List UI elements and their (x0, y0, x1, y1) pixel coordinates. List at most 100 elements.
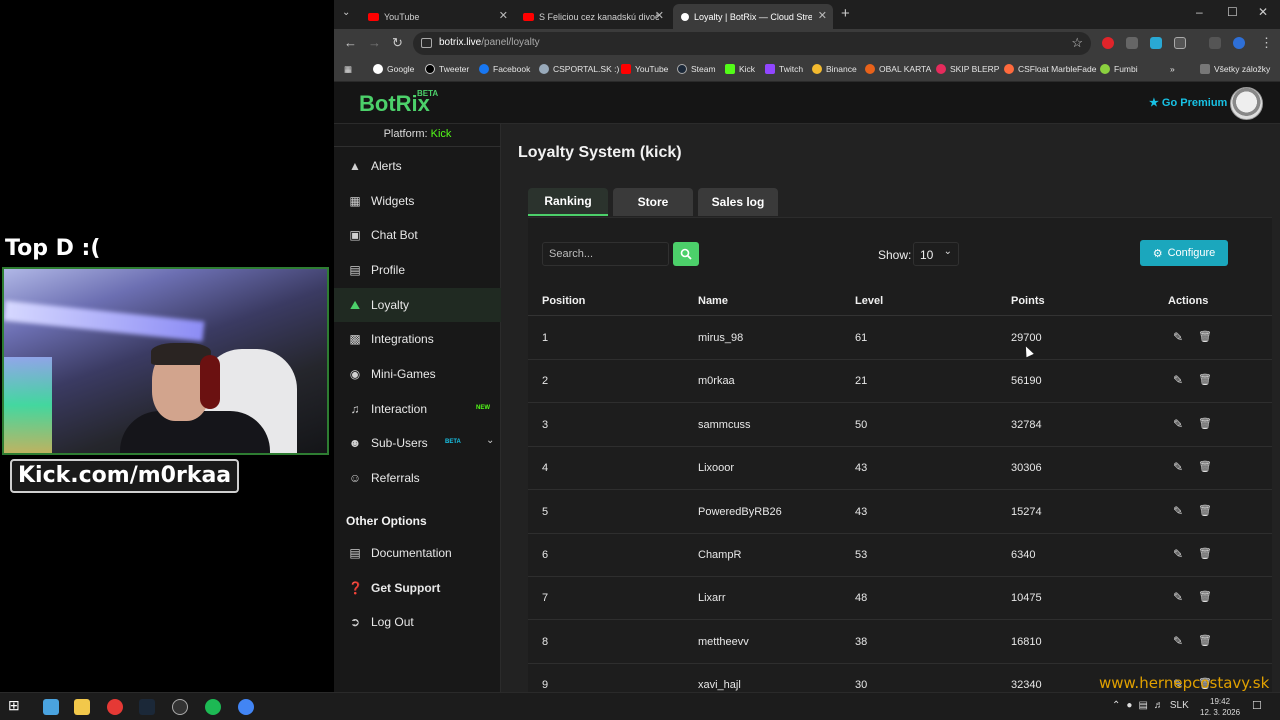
address-bar[interactable]: botrix.live/panel/loyalty ☆ (413, 32, 1091, 55)
edit-icon[interactable]: ✎ (1173, 504, 1183, 518)
bookmark-binance[interactable]: Binance (812, 64, 857, 74)
bookmark-csfloat[interactable]: CSFloat MarbleFade (1004, 64, 1096, 74)
window-close-icon[interactable]: ✕ (1258, 5, 1268, 19)
extension-tools-icon[interactable] (1150, 37, 1162, 49)
reading-list-icon[interactable] (1209, 37, 1221, 49)
site-info-icon[interactable] (421, 38, 432, 48)
extension-bolt-icon[interactable] (1126, 37, 1138, 49)
sidebar-item-documentation[interactable]: ▤ Documentation (334, 536, 501, 570)
edit-icon[interactable]: ✎ (1173, 460, 1183, 474)
network-icon[interactable]: ▤ (1138, 700, 1147, 711)
webcam-feed (2, 267, 329, 455)
language-indicator[interactable]: SLK (1170, 700, 1189, 711)
windows-start-icon[interactable]: ⊞ (8, 697, 24, 713)
obs-icon[interactable] (172, 699, 188, 715)
close-icon[interactable]: ✕ (655, 9, 664, 22)
sidebar-item-log-out[interactable]: ➲ Log Out (334, 605, 501, 639)
edit-icon[interactable]: ✎ (1173, 373, 1183, 387)
chevron-up-icon[interactable]: ⌃ (1112, 700, 1120, 711)
search-button[interactable] (673, 242, 699, 266)
edit-icon[interactable]: ✎ (1173, 417, 1183, 431)
more-bookmarks-icon[interactable]: » (1170, 64, 1175, 74)
sidebar-item-get-support[interactable]: ❓ Get Support (334, 571, 501, 605)
botrix-logo[interactable]: BotRix BETA (359, 89, 438, 117)
apps-grid-icon[interactable]: ▦ (344, 64, 352, 75)
delete-icon[interactable]: 🗑 (1198, 547, 1212, 560)
folder-icon[interactable] (74, 699, 90, 715)
tab-youtube-video[interactable]: S Feliciou cez kanadskú divočin ✕ (515, 4, 670, 29)
sidebar-item-mini-games[interactable]: ◉ Mini-Games (334, 357, 501, 391)
bookmark-tweeter[interactable]: Tweeter (425, 64, 469, 74)
sidebar-item-loyalty[interactable]: ⛰ Loyalty (334, 288, 501, 322)
spotify-icon[interactable] (205, 699, 221, 715)
minimize-icon[interactable]: – (1196, 5, 1203, 19)
page-size-select[interactable]: 10 ⌄ (913, 242, 959, 266)
search-input[interactable] (542, 242, 669, 266)
edit-icon[interactable]: ✎ (1173, 547, 1183, 561)
profile-icon[interactable] (1233, 37, 1245, 49)
users-icon: ☻ (348, 436, 362, 450)
table-header: Position Name Level Points Actions (528, 286, 1272, 316)
delete-icon[interactable]: 🗑 (1198, 373, 1212, 386)
bookmark-star-icon[interactable]: ☆ (1071, 35, 1083, 51)
extension-red-icon[interactable] (1102, 37, 1114, 49)
reload-icon[interactable]: ↻ (392, 35, 403, 51)
sidebar-item-alerts[interactable]: ▲ Alerts (334, 149, 501, 183)
sidebar-item-profile[interactable]: ▤ Profile (334, 253, 501, 287)
delete-icon[interactable]: 🗑 (1198, 330, 1212, 343)
delete-icon[interactable]: 🗑 (1198, 590, 1212, 603)
delete-icon[interactable]: 🗑 (1198, 460, 1212, 473)
bookmark-facebook[interactable]: Facebook (479, 64, 530, 74)
delete-icon[interactable]: 🗑 (1198, 417, 1212, 430)
tab-botrix[interactable]: Loyalty | BotRix — Cloud Strea ✕ (673, 4, 833, 29)
edit-icon[interactable]: ✎ (1173, 590, 1183, 604)
microphone-icon[interactable]: ● (1126, 700, 1132, 711)
tab-search-icon[interactable]: ⌄ (342, 7, 350, 18)
search-icon (680, 248, 692, 260)
all-bookmarks[interactable]: Všetky záložky (1200, 64, 1270, 74)
sidebar-item-interaction[interactable]: ♫ Interaction NEW (334, 392, 501, 426)
sidebar-item-sub-users[interactable]: ☻ Sub-Users BETA ⌄ (334, 426, 501, 460)
more-menu-icon[interactable]: ⋮ (1260, 35, 1273, 51)
back-icon[interactable]: ← (344, 35, 357, 50)
sidebar-item-widgets[interactable]: ▦ Widgets (334, 184, 501, 218)
avatar[interactable] (1230, 87, 1263, 120)
sidebar-item-referrals[interactable]: ☺ Referrals (334, 461, 501, 495)
tab-ranking[interactable]: Ranking (528, 188, 608, 216)
forward-icon[interactable]: → (368, 35, 381, 50)
tab-sales-log[interactable]: Sales log (698, 188, 778, 216)
bookmark-twitch[interactable]: Twitch (765, 64, 803, 74)
cell-name: mirus_98 (698, 332, 744, 344)
delete-icon[interactable]: 🗑 (1198, 504, 1212, 517)
edit-icon[interactable]: ✎ (1173, 330, 1183, 344)
tab-store[interactable]: Store (613, 188, 693, 216)
bookmark-google[interactable]: Google (373, 64, 414, 74)
bookmark-kick[interactable]: Kick (725, 64, 755, 74)
notifications-icon[interactable]: ☐ (1252, 699, 1262, 712)
steam-icon[interactable] (139, 699, 155, 715)
extensions-puzzle-icon[interactable] (1174, 37, 1186, 49)
maximize-icon[interactable]: ☐ (1227, 5, 1238, 19)
volume-icon[interactable]: ♬ (1154, 700, 1164, 711)
bookmark-youtube[interactable]: YouTube (621, 64, 668, 74)
chrome-icon[interactable] (238, 699, 254, 715)
new-tab-icon[interactable]: + (841, 5, 850, 22)
chrome-profile-icon[interactable] (107, 699, 123, 715)
tab-youtube[interactable]: YouTube ✕ (360, 4, 514, 29)
sidebar-item-integrations[interactable]: ▩ Integrations (334, 322, 501, 356)
configure-button[interactable]: ⚙ Configure (1140, 240, 1228, 266)
bookmark-skip-blerp[interactable]: SKIP BLERP (936, 64, 999, 74)
clock[interactable]: 19:42 12. 3. 2026 (1200, 696, 1240, 718)
cell-position: 4 (542, 462, 549, 475)
bookmark-obal-karta[interactable]: OBAL KARTA (865, 64, 931, 74)
file-explorer-icon[interactable] (43, 699, 59, 715)
bookmark-fumbi[interactable]: Fumbi (1100, 64, 1138, 74)
go-premium-link[interactable]: ★ Go Premium (1149, 96, 1227, 109)
delete-icon[interactable]: 🗑 (1198, 634, 1212, 647)
close-icon[interactable]: ✕ (818, 9, 827, 22)
bookmark-steam[interactable]: Steam (677, 64, 716, 74)
close-icon[interactable]: ✕ (499, 9, 508, 22)
sidebar-item-chat-bot[interactable]: ▣ Chat Bot (334, 218, 501, 252)
bookmark-csportal[interactable]: CSPORTAL.SK :) (539, 64, 619, 74)
edit-icon[interactable]: ✎ (1173, 634, 1183, 648)
